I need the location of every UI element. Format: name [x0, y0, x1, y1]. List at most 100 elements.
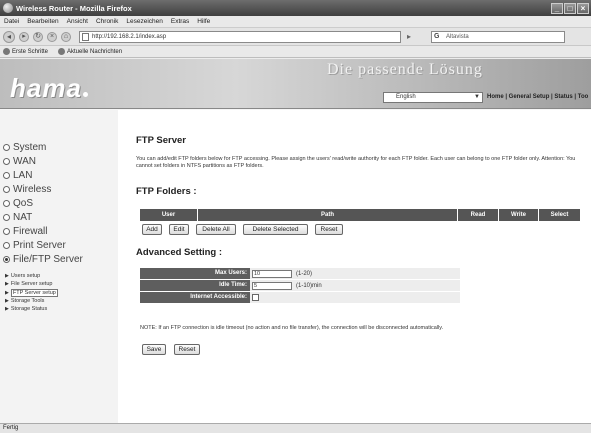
- idle-time-row: Idle Time: 5 (1-10)min: [140, 280, 460, 291]
- sidebar: System WAN LAN Wireless QoS NAT Firewall…: [0, 110, 118, 423]
- search-placeholder: Altavista: [446, 33, 469, 40]
- radio-icon: [3, 214, 10, 221]
- bookmark-icon: [3, 47, 10, 55]
- forward-icon[interactable]: ▸: [19, 31, 29, 42]
- menu-bearbeiten[interactable]: Bearbeiten: [27, 18, 58, 25]
- search-engine-icon[interactable]: G: [434, 32, 439, 42]
- page-description: You can add/edit FTP folders below for F…: [136, 156, 576, 169]
- reset-button[interactable]: Reset: [174, 344, 200, 355]
- search-input[interactable]: G Altavista: [431, 30, 566, 43]
- max-users-label: Max Users:: [140, 268, 250, 279]
- internet-accessible-row: Internet Accessible:: [140, 292, 460, 303]
- home-icon[interactable]: ⌂: [61, 31, 71, 42]
- sidebar-sub-users-setup[interactable]: ▶ Users setup: [5, 273, 40, 279]
- back-icon[interactable]: ◂: [3, 30, 15, 43]
- arrow-right-icon: ▶: [5, 290, 9, 296]
- sidebar-sub-storage-status[interactable]: ▶ Storage Status: [5, 306, 47, 312]
- internet-accessible-label: Internet Accessible:: [140, 292, 250, 303]
- radio-icon: [3, 144, 10, 151]
- save-button[interactable]: Save: [142, 344, 166, 355]
- sidebar-item-lan[interactable]: LAN: [3, 170, 32, 181]
- ftp-folders-heading: FTP Folders :: [136, 186, 197, 197]
- radio-icon: [3, 172, 10, 179]
- window-controls: _ □ ×: [551, 2, 589, 14]
- maximize-icon[interactable]: □: [564, 2, 576, 14]
- address-bar[interactable]: http://192.168.2.1/index.asp: [79, 30, 401, 43]
- bookmark-getting-started[interactable]: Erste Schritte: [3, 47, 48, 55]
- max-users-hint: (1-20): [296, 270, 313, 277]
- menu-hilfe[interactable]: Hilfe: [197, 18, 210, 25]
- minimize-icon[interactable]: _: [551, 2, 563, 14]
- sidebar-sub-file-server-setup[interactable]: ▶ File Server setup: [5, 281, 52, 287]
- menu-ansicht[interactable]: Ansicht: [67, 18, 88, 25]
- radio-icon: [3, 228, 10, 235]
- radio-icon: [3, 242, 10, 249]
- radio-icon: [3, 186, 10, 193]
- menu-extras[interactable]: Extras: [171, 18, 189, 25]
- language-select[interactable]: English ▼: [383, 92, 483, 103]
- page-viewport: hama Die passende Lösung English ▼ Home …: [0, 59, 591, 423]
- column-path: Path: [198, 209, 458, 221]
- sidebar-item-system[interactable]: System: [3, 142, 46, 153]
- ftp-folders-table-header: User Path Read Write Select: [140, 209, 580, 221]
- max-users-row: Max Users: 10 (1-20): [140, 268, 460, 279]
- top-nav-links[interactable]: Home | General Setup | Status | Too: [487, 94, 588, 100]
- column-user: User: [140, 209, 198, 221]
- column-select: Select: [550, 212, 569, 218]
- browser-window: Wireless Router - Mozilla Firefox _ □ × …: [0, 0, 591, 433]
- page-title: FTP Server: [136, 135, 186, 146]
- reset-folders-button[interactable]: Reset: [315, 224, 343, 235]
- bookmark-news[interactable]: Aktuelle Nachrichten: [58, 47, 122, 55]
- advanced-setting-heading: Advanced Setting :: [136, 247, 223, 258]
- slogan: Die passende Lösung: [327, 61, 483, 78]
- sidebar-item-nat[interactable]: NAT: [3, 212, 32, 223]
- delete-all-button[interactable]: Delete All: [196, 224, 236, 235]
- navigation-toolbar: ◂ ▸ ↻ × ⌂ http://192.168.2.1/index.asp ▸…: [0, 28, 591, 46]
- arrow-right-icon: ▶: [5, 298, 9, 304]
- sidebar-sub-storage-tools[interactable]: ▶ Storage Tools: [5, 298, 44, 304]
- rss-icon: [58, 47, 66, 55]
- main-content: FTP Server You can add/edit FTP folders …: [118, 110, 591, 423]
- menu-datei[interactable]: Datei: [4, 18, 19, 25]
- idle-time-label: Idle Time:: [140, 280, 250, 291]
- max-users-input[interactable]: 10: [252, 269, 292, 278]
- sidebar-item-wan[interactable]: WAN: [3, 156, 36, 167]
- edit-button[interactable]: Edit: [169, 224, 189, 235]
- page-icon: [82, 32, 89, 41]
- sidebar-item-firewall[interactable]: Firewall: [3, 226, 47, 237]
- title-bar: Wireless Router - Mozilla Firefox _ □ ×: [0, 0, 591, 16]
- arrow-right-icon: ▶: [5, 273, 9, 279]
- internet-accessible-checkbox[interactable]: [252, 294, 259, 301]
- menu-chronik[interactable]: Chronik: [96, 18, 118, 25]
- chevron-down-icon: ▼: [474, 94, 480, 100]
- bookmarks-bar: Erste Schritte Aktuelle Nachrichten: [0, 46, 591, 58]
- status-bar: Fertig: [0, 423, 591, 433]
- radio-icon: [3, 200, 10, 207]
- go-icon[interactable]: ▸: [407, 32, 411, 41]
- firefox-icon: [3, 3, 13, 13]
- language-value: English: [396, 94, 416, 100]
- reload-icon[interactable]: ↻: [33, 31, 43, 42]
- idle-time-input[interactable]: 5: [252, 281, 292, 290]
- column-write: Write: [499, 209, 539, 221]
- url-text: http://192.168.2.1/index.asp: [92, 33, 167, 40]
- idle-note: NOTE: If an FTP connection is idle timeo…: [140, 325, 444, 331]
- hama-logo: hama: [10, 73, 88, 104]
- sidebar-item-wireless[interactable]: Wireless: [3, 184, 51, 195]
- window-title: Wireless Router - Mozilla Firefox: [16, 3, 132, 13]
- column-read: Read: [458, 209, 499, 221]
- sidebar-sub-ftp-server-setup[interactable]: ▶ FTP Server setup: [5, 289, 58, 297]
- router-header: hama Die passende Lösung English ▼ Home …: [0, 59, 591, 109]
- stop-icon[interactable]: ×: [47, 31, 57, 42]
- sidebar-item-print-server[interactable]: Print Server: [3, 240, 66, 251]
- radio-icon: [3, 256, 10, 263]
- delete-selected-button[interactable]: Delete Selected: [243, 224, 308, 235]
- close-icon[interactable]: ×: [577, 2, 589, 14]
- idle-time-hint: (1-10)min: [296, 282, 322, 289]
- menu-bar: Datei Bearbeiten Ansicht Chronik Lesezei…: [0, 16, 591, 28]
- add-button[interactable]: Add: [142, 224, 162, 235]
- sidebar-item-qos[interactable]: QoS: [3, 198, 33, 209]
- arrow-right-icon: ▶: [5, 306, 9, 312]
- menu-lesezeichen[interactable]: Lesezeichen: [126, 18, 163, 25]
- sidebar-item-file-ftp-server[interactable]: File/FTP Server: [3, 254, 83, 265]
